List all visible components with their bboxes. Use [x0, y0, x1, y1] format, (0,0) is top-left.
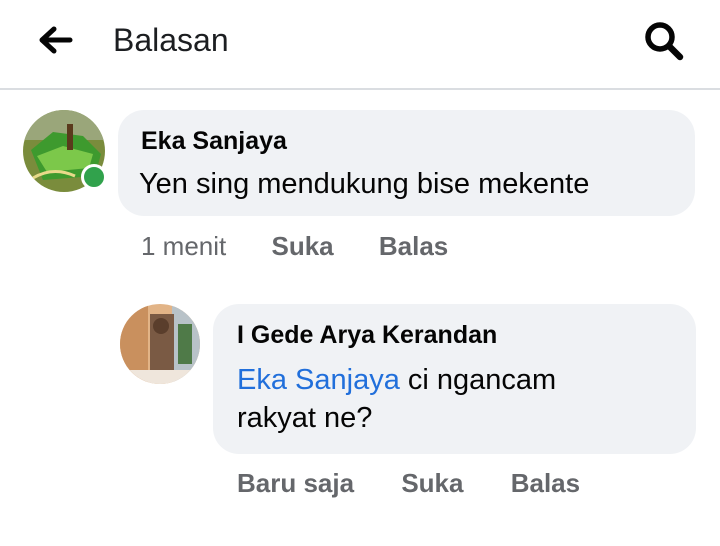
header-divider: [0, 88, 720, 90]
reply-like-button[interactable]: Suka: [401, 468, 463, 499]
arrow-left-icon: [39, 26, 73, 54]
comment-bubble[interactable]: Eka Sanjaya Yen sing mendukung bise meke…: [118, 110, 695, 216]
reply-button[interactable]: Balas: [379, 231, 448, 262]
reply-text: Eka Sanjaya ci ngancam rakyat ne?: [237, 361, 677, 437]
reply-actions: Baru saja Suka Balas: [237, 468, 580, 499]
page-title: Balasan: [113, 22, 229, 58]
reply-reply-button[interactable]: Balas: [511, 468, 580, 499]
reply-text-line2: rakyat ne?: [237, 402, 373, 434]
search-button[interactable]: [640, 18, 688, 64]
reply-avatar-image: [120, 304, 200, 384]
like-button[interactable]: Suka: [272, 231, 334, 262]
comment-author[interactable]: Eka Sanjaya: [141, 127, 287, 156]
back-button[interactable]: [34, 22, 78, 58]
comment-time: 1 menit: [141, 231, 227, 261]
reply-avatar[interactable]: [120, 304, 200, 384]
mention-link[interactable]: Eka Sanjaya: [237, 364, 400, 396]
reply-time: Baru saja: [237, 468, 355, 498]
reply-bubble[interactable]: I Gede Arya Kerandan Eka Sanjaya ci ngan…: [213, 304, 696, 454]
online-status-dot: [81, 164, 107, 190]
comment-text: Yen sing mendukung bise mekente: [139, 168, 590, 200]
top-bar: Balasan: [0, 0, 720, 88]
reply-author[interactable]: I Gede Arya Kerandan: [237, 321, 497, 350]
search-icon: [645, 22, 684, 61]
comment-actions: 1 menit Suka Balas: [141, 231, 448, 262]
reply-text-line1: ci ngancam: [399, 364, 557, 396]
